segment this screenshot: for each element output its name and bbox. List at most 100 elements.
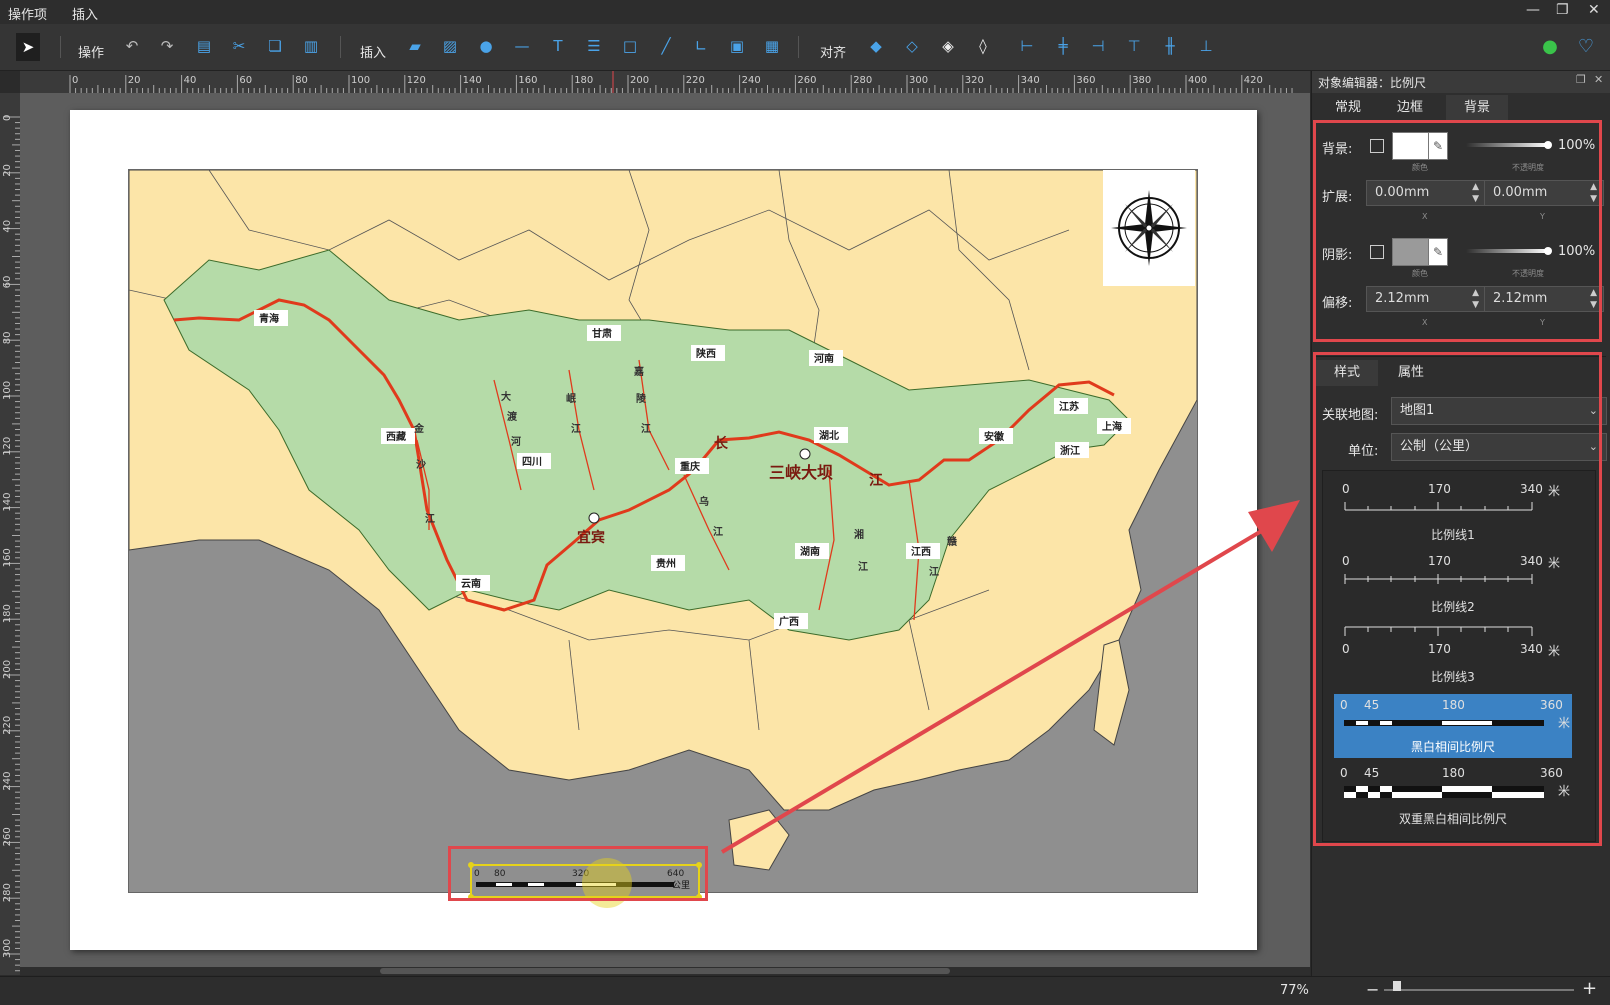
map-label: 云南 <box>461 577 481 590</box>
north-arrow[interactable] <box>1103 170 1195 286</box>
ruler-label: 300 <box>909 75 928 86</box>
map-label: 浙江 <box>1060 444 1080 457</box>
send-to-back-icon[interactable]: ◊ <box>973 36 993 56</box>
city-marker <box>799 448 811 460</box>
float-panel-icon[interactable]: ❐ <box>1576 73 1586 86</box>
ruler-label: 260 <box>2 827 13 846</box>
align-middle-icon[interactable]: ╫ <box>1160 36 1180 56</box>
toolbar-separator <box>798 36 799 58</box>
river-label: 陵 <box>636 392 647 405</box>
callout-arrow <box>720 500 1300 854</box>
ruler-label: 200 <box>2 660 13 679</box>
align-right-icon[interactable]: ⊣ <box>1088 36 1108 56</box>
tab-background[interactable]: 背景 <box>1446 95 1508 121</box>
ruler-label: 360 <box>1076 75 1095 86</box>
insert-polyline-icon[interactable]: ∟ <box>691 36 711 56</box>
menu-bar: 操作项 插入 — ❐ ✕ <box>0 0 1610 24</box>
insert-callout-icon[interactable]: ▣ <box>727 36 747 56</box>
zoom-level[interactable]: 77% <box>1280 983 1309 998</box>
river-label: 河 <box>511 436 521 448</box>
ruler-label: 160 <box>2 548 13 567</box>
ruler-label: 260 <box>797 75 816 86</box>
map-label: 安徽 <box>984 430 1005 443</box>
menu-item-operations[interactable]: 操作项 <box>8 4 47 23</box>
zoom-out-button[interactable]: − <box>1366 980 1379 999</box>
insert-rectangle-icon[interactable]: □ <box>620 36 640 56</box>
ruler-label: 420 <box>1244 75 1263 86</box>
send-backward-icon[interactable]: ◈ <box>938 36 958 56</box>
online-service-icon[interactable]: ● <box>1540 36 1560 57</box>
city-marker <box>588 512 600 524</box>
map-label: 上海 <box>1102 420 1122 433</box>
tab-general[interactable]: 常规 <box>1320 95 1376 121</box>
close-button[interactable]: ✕ <box>1588 2 1600 18</box>
ruler-label: 100 <box>351 75 370 86</box>
close-panel-icon[interactable]: ✕ <box>1594 73 1603 86</box>
river-label: 嘉 <box>633 365 644 378</box>
scrollbar-thumb[interactable] <box>380 968 950 974</box>
delete-icon[interactable]: ▥ <box>301 36 321 56</box>
ruler-label: 380 <box>1132 75 1151 86</box>
compass-rose-icon <box>1111 190 1187 266</box>
ruler-label: 60 <box>239 75 252 86</box>
map-label: 青海 <box>259 312 279 325</box>
zoom-slider-knob[interactable] <box>1393 981 1401 991</box>
insert-table-icon[interactable]: ▦ <box>762 36 782 56</box>
insert-text-icon[interactable]: T <box>548 36 568 56</box>
ruler-label: 160 <box>518 75 537 86</box>
tab-border[interactable]: 边框 <box>1382 95 1438 121</box>
bring-to-front-icon[interactable]: ◆ <box>866 36 886 56</box>
ruler-label: 300 <box>2 939 13 958</box>
align-left-icon[interactable]: ⊢ <box>1017 36 1037 56</box>
insert-list-icon[interactable]: ☰ <box>584 36 604 56</box>
horizontal-scrollbar[interactable] <box>20 967 1310 975</box>
map-label: 贵州 <box>656 557 676 570</box>
ruler-label: 240 <box>2 772 13 791</box>
ruler-label: 80 <box>295 75 308 86</box>
ruler-label: 0 <box>72 75 78 86</box>
menu-item-insert[interactable]: 插入 <box>72 4 98 23</box>
river-label: 金 <box>413 422 425 435</box>
operate-label: 操作 <box>78 46 105 61</box>
undo-icon[interactable]: ↶ <box>122 36 142 56</box>
redo-icon[interactable]: ↷ <box>157 36 177 56</box>
map-label: 湖北 <box>819 429 839 442</box>
restore-button[interactable]: ❐ <box>1556 2 1569 18</box>
help-icon[interactable]: ♡ <box>1576 36 1596 57</box>
callout-highlight-box <box>1313 120 1602 342</box>
toolbar-separator <box>60 36 61 58</box>
map-label: 西藏 <box>386 430 406 443</box>
ruler-label: 280 <box>853 75 872 86</box>
river-label: 江 <box>571 422 581 435</box>
river-label: 沙 <box>416 459 426 471</box>
select-pointer-icon[interactable]: ➤ <box>16 33 40 61</box>
map-label: 江苏 <box>1059 400 1079 413</box>
insert-circle-icon[interactable]: ● <box>476 36 496 56</box>
ruler-label: 180 <box>574 75 593 86</box>
ruler-label: 200 <box>630 75 649 86</box>
align-top-icon[interactable]: ⊤ <box>1124 36 1144 56</box>
status-bar: 77% − + <box>0 976 1610 1005</box>
insert-picture-icon[interactable]: ▨ <box>440 36 460 56</box>
select-all-icon[interactable]: ▤ <box>194 36 214 56</box>
bring-forward-icon[interactable]: ◇ <box>902 36 922 56</box>
align-bottom-icon[interactable]: ⊥ <box>1196 36 1216 56</box>
align-center-h-icon[interactable]: ╪ <box>1053 36 1073 56</box>
insert-map-icon[interactable]: ▰ <box>405 36 425 56</box>
cut-icon[interactable]: ✂ <box>229 36 249 56</box>
minimize-button[interactable]: — <box>1526 2 1540 18</box>
ruler-label: 400 <box>1188 75 1207 86</box>
panel-title-bar: 对象编辑器：比例尺 ❐ ✕ <box>1312 71 1610 93</box>
zoom-in-button[interactable]: + <box>1582 978 1597 999</box>
copy-icon[interactable]: ❏ <box>265 36 285 56</box>
insert-line-icon[interactable]: — <box>512 36 532 56</box>
ruler-label: 120 <box>2 437 13 456</box>
ruler-label: 220 <box>686 75 705 86</box>
zoom-slider[interactable] <box>1384 989 1574 991</box>
ruler-label: 40 <box>2 220 13 233</box>
ruler-label: 60 <box>2 276 13 289</box>
map-label: 四川 <box>522 456 542 468</box>
map-label: 甘肃 <box>592 327 612 340</box>
ruler-label: 20 <box>2 164 13 177</box>
insert-arrow-line-icon[interactable]: ╱ <box>656 36 676 56</box>
